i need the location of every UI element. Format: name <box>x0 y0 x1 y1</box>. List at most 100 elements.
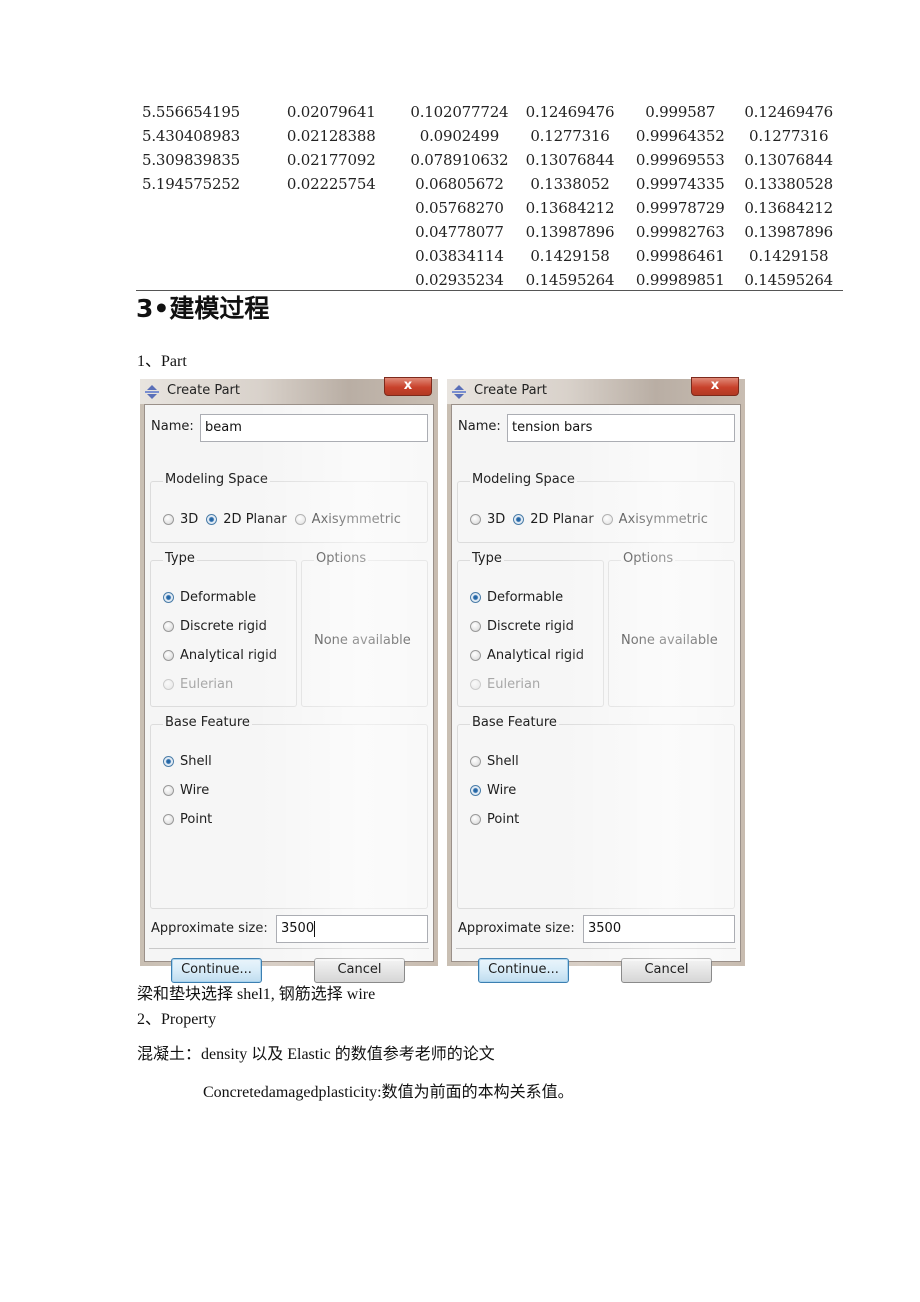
radio-unselected-icon[interactable] <box>163 621 174 632</box>
options-title: Options <box>314 551 369 566</box>
cancel-button[interactable]: Cancel <box>621 958 712 983</box>
dialog-body: Name: tension bars Modeling Space 3D 2D P… <box>451 404 741 983</box>
table-cell: 0.02079641 <box>286 103 376 121</box>
radio-unselected-icon[interactable] <box>163 514 174 525</box>
radio-unselected-icon[interactable] <box>294 514 306 525</box>
modeling-space-radio-2d-planar[interactable]: 2D Planar <box>206 512 287 527</box>
table-cell <box>136 196 259 220</box>
modeling-space-radio-3d[interactable]: 3D <box>470 512 505 527</box>
radio-unselected-icon[interactable] <box>163 785 174 796</box>
continue-button[interactable]: Continue... <box>478 958 569 983</box>
radio-label: Eulerian <box>487 677 541 692</box>
approximate-size-value: 3500 <box>281 921 315 936</box>
radio-unselected-icon[interactable] <box>163 814 174 825</box>
dialog-title: Create Part <box>167 383 240 398</box>
radio-unselected-icon[interactable] <box>601 514 613 525</box>
base-feature-group: Base Feature Shell Wire Point <box>150 715 428 909</box>
text-cursor <box>314 920 316 937</box>
table-cell: 0.078910632 <box>410 151 509 169</box>
options-group: Options None available <box>301 551 428 707</box>
base-feature-radio-shell[interactable]: Shell <box>163 754 212 769</box>
modeling-space-radio-axisymmetric[interactable]: Axisymmetric <box>601 512 708 527</box>
dialog-separator <box>149 948 429 949</box>
modeling-space-options: 3D 2D Planar Axisymmetric <box>163 512 409 527</box>
radio-selected-icon[interactable] <box>470 592 481 603</box>
radio-label: Analytical rigid <box>180 648 278 663</box>
table-row: 5.556654195 0.02079641 0.102077724 0.124694… <box>136 100 842 124</box>
table-cell: 0.99974335 <box>635 175 725 193</box>
name-label: Name: <box>151 419 194 434</box>
step-1-label: 1、Part <box>137 353 187 370</box>
approximate-size-input[interactable]: 3500 <box>276 915 428 943</box>
table-cell: 0.14595264 <box>744 271 834 289</box>
dialog-titlebar[interactable]: Create Part x <box>447 377 745 404</box>
type-group: Type Deformable Discrete rigid Analytical … <box>457 551 604 707</box>
dialog-separator <box>456 948 736 949</box>
radio-unselected-icon[interactable] <box>470 514 481 525</box>
table-cell: 0.03834114 <box>415 247 504 265</box>
radio-selected-icon[interactable] <box>206 514 218 525</box>
type-radio-discrete-rigid[interactable]: Discrete rigid <box>163 619 267 634</box>
radio-unselected-icon[interactable] <box>470 650 481 661</box>
table-cell: 0.999587 <box>645 103 716 121</box>
radio-unselected-icon[interactable] <box>470 756 481 767</box>
continue-button[interactable]: Continue... <box>171 958 262 983</box>
base-feature-radio-wire[interactable]: Wire <box>163 783 209 798</box>
modeling-space-title: Modeling Space <box>470 472 577 487</box>
name-input[interactable]: tension bars <box>507 414 735 442</box>
modeling-space-group: Modeling Space 3D 2D Planar Axisymmetric <box>150 472 428 543</box>
table-cell: 0.1338052 <box>530 175 610 193</box>
table-cell: 0.1277316 <box>749 127 829 145</box>
close-icon: x <box>710 378 720 393</box>
type-group: Type Deformable Discrete rigid Analytical … <box>150 551 297 707</box>
table-row: 5.309839835 0.02177092 0.078910632 0.130768… <box>136 148 842 172</box>
radio-selected-icon[interactable] <box>163 756 174 767</box>
radio-label: 2D Planar <box>223 512 287 527</box>
table-cell: 0.12469476 <box>744 103 834 121</box>
radio-unselected-icon[interactable] <box>470 814 481 825</box>
name-input[interactable]: beam <box>200 414 428 442</box>
table-cell: 0.1277316 <box>530 127 610 145</box>
radio-label: Axisymmetric <box>311 512 401 527</box>
table-cell: 0.13076844 <box>525 151 615 169</box>
base-feature-radio-shell[interactable]: Shell <box>470 754 519 769</box>
base-feature-radio-point[interactable]: Point <box>163 812 212 827</box>
table-bottom-rule <box>136 290 843 291</box>
options-title: Options <box>621 551 676 566</box>
table-cell: 0.14595264 <box>525 271 615 289</box>
radio-unselected-icon[interactable] <box>470 621 481 632</box>
modeling-space-radio-axisymmetric[interactable]: Axisymmetric <box>294 512 401 527</box>
dialog-titlebar[interactable]: Create Part x <box>140 377 438 404</box>
type-radio-analytical-rigid[interactable]: Analytical rigid <box>470 648 584 663</box>
type-radio-deformable[interactable]: Deformable <box>470 590 563 605</box>
section-heading: 3•建模过程 <box>136 294 270 323</box>
table-cell: 0.13987896 <box>744 223 834 241</box>
table-cell: 0.1429158 <box>530 247 610 265</box>
radio-selected-icon[interactable] <box>513 514 525 525</box>
approximate-size-input[interactable]: 3500 <box>583 915 735 943</box>
radio-label: 2D Planar <box>530 512 594 527</box>
radio-label: Wire <box>487 783 517 798</box>
modeling-space-group: Modeling Space 3D 2D Planar Axisymmetric <box>457 472 735 543</box>
name-value: tension bars <box>512 420 593 435</box>
concrete-note: 混凝土：density 以及 Elastic 的数值参考老师的论文 <box>137 1046 495 1063</box>
close-button[interactable]: x <box>691 377 739 396</box>
table-cell: 0.02935234 <box>415 271 504 289</box>
table-cell: 0.02128388 <box>286 127 376 145</box>
radio-selected-icon[interactable] <box>163 592 174 603</box>
radio-selected-icon[interactable] <box>470 785 481 796</box>
radio-label: Discrete rigid <box>487 619 574 634</box>
table-cell: 0.13684212 <box>525 199 615 217</box>
modeling-space-radio-3d[interactable]: 3D <box>163 512 198 527</box>
cancel-button[interactable]: Cancel <box>314 958 405 983</box>
base-feature-radio-point[interactable]: Point <box>470 812 519 827</box>
type-radio-discrete-rigid[interactable]: Discrete rigid <box>470 619 574 634</box>
approximate-size-label: Approximate size: <box>151 921 268 936</box>
modeling-space-radio-2d-planar[interactable]: 2D Planar <box>513 512 594 527</box>
close-button[interactable]: x <box>384 377 432 396</box>
base-feature-radio-wire[interactable]: Wire <box>470 783 516 798</box>
radio-label: Point <box>487 812 520 827</box>
type-radio-analytical-rigid[interactable]: Analytical rigid <box>163 648 277 663</box>
type-radio-deformable[interactable]: Deformable <box>163 590 256 605</box>
radio-unselected-icon[interactable] <box>163 650 174 661</box>
